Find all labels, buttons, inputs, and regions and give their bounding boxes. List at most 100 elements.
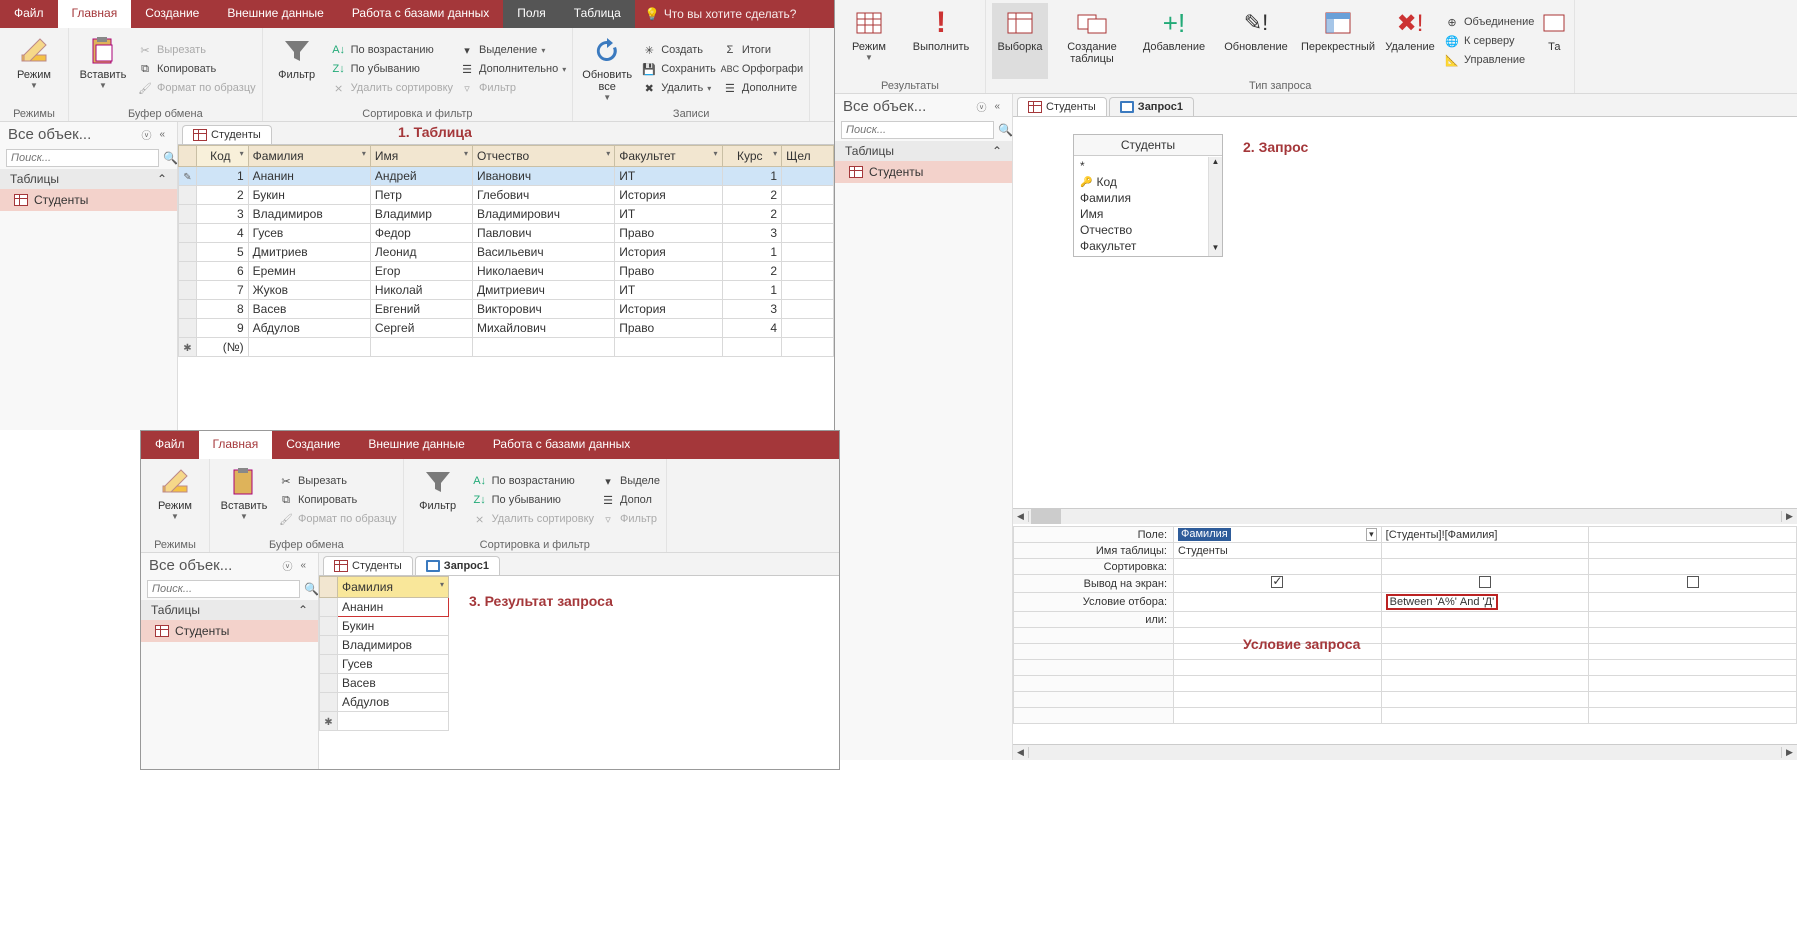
new-row-selector[interactable] — [179, 338, 197, 357]
scroll-right[interactable]: ▶ — [1781, 511, 1797, 522]
union-button[interactable]: ⊕Объединение — [1444, 14, 1534, 30]
tab-external[interactable]: Внешние данные — [354, 431, 479, 459]
search-icon[interactable]: 🔍 — [304, 582, 319, 596]
table-row[interactable]: Васев — [320, 674, 449, 693]
advanced-button[interactable]: ☰Допол — [600, 492, 660, 508]
search-icon[interactable]: 🔍 — [998, 123, 1013, 137]
table-row[interactable]: 5ДмитриевЛеонидВасильевичИстория1 — [179, 243, 834, 262]
view-button[interactable]: Режим▼ — [841, 3, 897, 79]
tab-fields[interactable]: Поля — [503, 0, 560, 28]
update-query-button[interactable]: ✎! Обновление — [1218, 3, 1294, 79]
clear-sort-button[interactable]: ⨯Удалить сортировку — [331, 80, 453, 96]
nav-header[interactable]: Все объек... ⓥ « — [141, 553, 318, 578]
collapse-icon[interactable]: « — [296, 560, 310, 571]
query-field-list[interactable]: Студенты *🔑КодФамилияИмяОтчествоФакульте… — [1073, 134, 1223, 257]
make-table-button[interactable]: Создание таблицы — [1054, 3, 1130, 79]
cut-button[interactable]: ✂Вырезать — [278, 473, 397, 489]
object-tab-students[interactable]: Студенты — [182, 125, 272, 144]
search-input[interactable] — [6, 149, 159, 167]
nav-section-tables[interactable]: Таблицы ⌃ — [141, 600, 318, 620]
circle-chevron-icon[interactable]: ⓥ — [278, 558, 296, 573]
col-add[interactable]: Щел — [782, 146, 834, 167]
format-painter-button[interactable]: 🖌Формат по образцу — [137, 80, 256, 96]
search-input[interactable] — [841, 121, 994, 139]
qbe-grid[interactable]: Поле: Фамилия▾ [Студенты]![Фамилия] Имя … — [1013, 526, 1797, 724]
nav-item-students[interactable]: Студенты — [0, 189, 177, 211]
qbe-field-1[interactable]: Фамилия▾ — [1174, 527, 1382, 543]
checkbox-icon[interactable] — [1271, 576, 1283, 588]
table-row[interactable]: 9АбдуловСергейМихайловичПраво4 — [179, 319, 834, 338]
table-row[interactable]: 3ВладимировВладимирВладимировичИТ2 — [179, 205, 834, 224]
qbe-table-1[interactable]: Студенты — [1174, 543, 1382, 559]
select-query-button[interactable]: Выборка — [992, 3, 1048, 79]
tab-file[interactable]: Файл — [0, 0, 58, 28]
table-row[interactable]: Букин — [320, 617, 449, 636]
students-datasheet[interactable]: Код▾ Фамилия▾ Имя▾ Отчество▾ Факультет▾ … — [178, 145, 834, 357]
tab-file[interactable]: Файл — [141, 431, 199, 459]
row-selector[interactable] — [320, 693, 338, 712]
tab-home[interactable]: Главная — [199, 431, 273, 459]
table-row[interactable]: 7ЖуковНиколайДмитриевичИТ1 — [179, 281, 834, 300]
field-list-item[interactable]: Отчество — [1078, 222, 1218, 238]
delete-query-button[interactable]: ✖! Удаление — [1382, 3, 1438, 79]
more-button[interactable]: ☰Дополните — [722, 80, 803, 96]
scroll-left[interactable]: ◀ — [1013, 747, 1029, 758]
sort-desc-button[interactable]: Z↓По убыванию — [331, 61, 453, 77]
cut-button[interactable]: ✂Вырезать — [137, 42, 256, 58]
sort-asc-button[interactable]: A↓По возрастанию — [472, 473, 594, 489]
row-selector[interactable] — [320, 655, 338, 674]
totals-button[interactable]: ΣИтоги — [722, 42, 803, 58]
checkbox-icon[interactable] — [1687, 576, 1699, 588]
row-selector[interactable] — [179, 262, 197, 281]
table-row[interactable]: 8ВасевЕвгенийВикторовичИстория3 — [179, 300, 834, 319]
field-list-item[interactable]: Имя — [1078, 206, 1218, 222]
copy-button[interactable]: ⧉Копировать — [278, 492, 397, 508]
row-selector[interactable] — [179, 281, 197, 300]
tab-create[interactable]: Создание — [131, 0, 213, 28]
table-row[interactable]: 4ГусевФедорПавловичПраво3 — [179, 224, 834, 243]
nav-item-students[interactable]: Студенты — [835, 161, 1012, 183]
row-selector[interactable] — [179, 224, 197, 243]
collapse-icon[interactable]: « — [990, 101, 1004, 112]
refresh-all-button[interactable]: Обновить все ▼ — [579, 31, 635, 107]
col-lastname[interactable]: Фамилия▾ — [248, 146, 370, 167]
col-course[interactable]: Курс▾ — [722, 146, 782, 167]
toggle-filter-button[interactable]: ▿Фильтр — [459, 80, 566, 96]
new-record-button[interactable]: ✳Создать — [641, 42, 716, 58]
tab-home[interactable]: Главная — [58, 0, 132, 28]
qbe-field-3[interactable] — [1589, 527, 1797, 543]
checkbox-icon[interactable] — [1479, 576, 1491, 588]
col-lastname[interactable]: Фамилия▾ — [338, 577, 449, 598]
tab-create[interactable]: Создание — [272, 431, 354, 459]
table-row[interactable]: Абдулов — [320, 693, 449, 712]
row-selector[interactable] — [179, 167, 197, 186]
sort-desc-button[interactable]: Z↓По убыванию — [472, 492, 594, 508]
qbe-show-2[interactable] — [1381, 575, 1589, 593]
qbe-show-1[interactable] — [1174, 575, 1382, 593]
qbe-sort-1[interactable] — [1174, 559, 1382, 575]
tab-dbtools[interactable]: Работа с базами данных — [338, 0, 503, 28]
row-selector[interactable] — [179, 186, 197, 205]
append-query-button[interactable]: +! Добавление — [1136, 3, 1212, 79]
qbe-field-2[interactable]: [Студенты]![Фамилия] — [1381, 527, 1589, 543]
nav-section-tables[interactable]: Таблицы ⌃ — [835, 141, 1012, 161]
selection-button[interactable]: ▾Выделение▾ — [459, 42, 566, 58]
table-row[interactable]: 1АнанинАндрейИвановичИТ1 — [179, 167, 834, 186]
passthrough-button[interactable]: 🌐К серверу — [1444, 33, 1534, 49]
col-faculty[interactable]: Факультет▾ — [615, 146, 722, 167]
filter-button[interactable]: Фильтр — [410, 462, 466, 538]
delete-record-button[interactable]: ✖Удалить▾ — [641, 80, 716, 96]
toggle-filter-button[interactable]: ▿Фильтр — [600, 511, 660, 527]
col-firstname[interactable]: Имя▾ — [370, 146, 472, 167]
field-list-item[interactable]: 🔑Код — [1078, 174, 1218, 190]
paste-button[interactable]: Вставить▼ — [216, 462, 272, 538]
row-selector[interactable] — [320, 617, 338, 636]
nav-header[interactable]: Все объек... ⓥ « — [835, 94, 1012, 119]
qbe-crit-2[interactable]: Between 'А%' And 'Д' — [1381, 593, 1589, 612]
tab-dbtools[interactable]: Работа с базами данных — [479, 431, 644, 459]
run-button[interactable]: ! Выполнить — [903, 3, 979, 79]
save-record-button[interactable]: 💾Сохранить — [641, 61, 716, 77]
row-selector[interactable] — [179, 300, 197, 319]
view-button[interactable]: Режим ▼ — [6, 31, 62, 107]
clear-sort-button[interactable]: ⨯Удалить сортировку — [472, 511, 594, 527]
